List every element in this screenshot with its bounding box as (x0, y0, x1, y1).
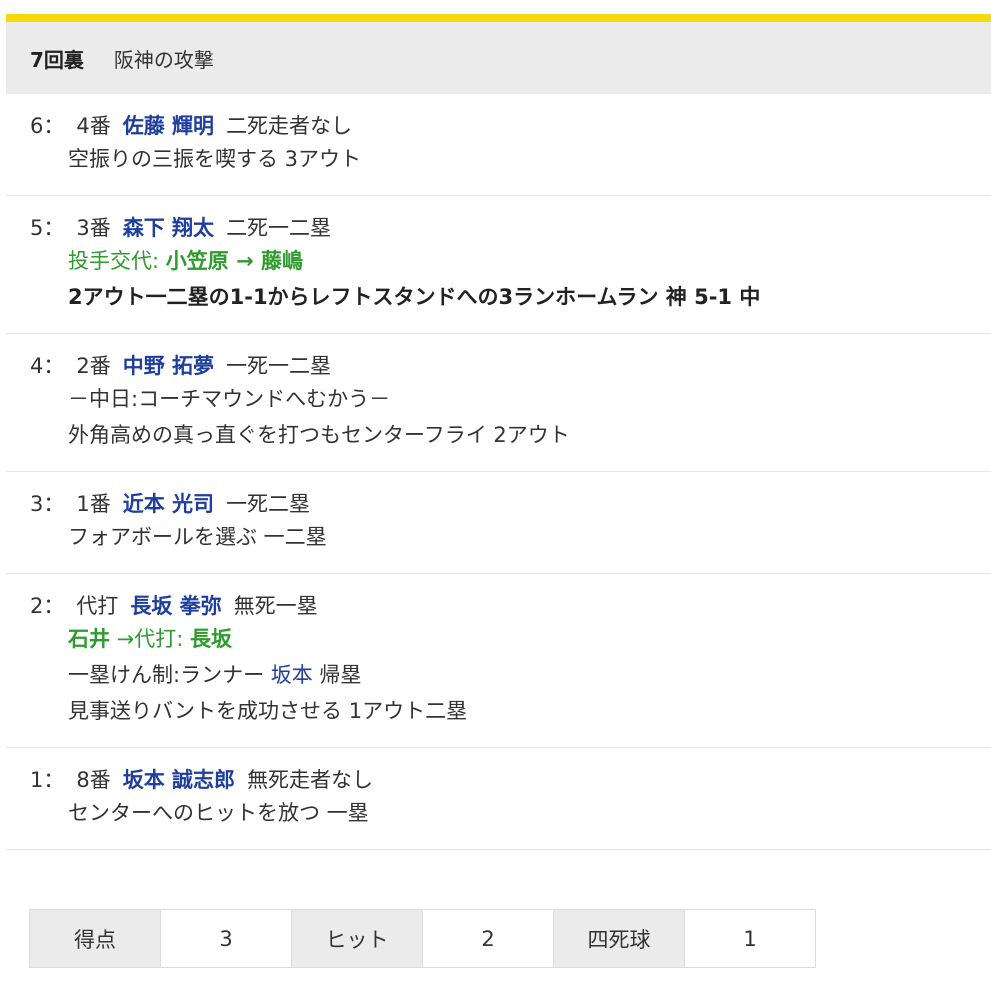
old-pitcher: 小笠原 (165, 249, 229, 273)
runner-link[interactable]: 坂本 (271, 663, 313, 687)
play-description: フォアボールを選ぶ 一二塁 (68, 525, 327, 549)
player-link[interactable]: 長坂 拳弥 (130, 594, 221, 618)
play-number: 6： (30, 114, 65, 138)
play-item: 1： 8番 坂本 誠志郎 無死走者なし センターへのヒットを放つ 一塁 (6, 748, 991, 850)
batting-order: 代打 (76, 594, 119, 618)
pinch-hitter-change: 石井 →代打: 長坂 (30, 621, 991, 657)
base-situation: 一死一二塁 (226, 354, 332, 378)
pickoff-text: 一塁けん制:ランナー (68, 663, 271, 687)
attacking-team-label: 阪神の攻撃 (113, 47, 214, 72)
play-list: 6： 4番 佐藤 輝明 二死走者なし 空振りの三振を喫する 3アウト 5： 3番 森下 翔… (6, 94, 991, 850)
batting-order: 1番 (76, 492, 111, 516)
walks-value: 1 (684, 909, 816, 968)
base-situation: 二死走者なし (226, 114, 353, 138)
batting-order: 8番 (76, 768, 111, 792)
batting-order: 4番 (76, 114, 111, 138)
play-header: 5： 3番 森下 翔太 二死一二塁 (30, 213, 991, 243)
base-situation: 無死走者なし (247, 768, 374, 792)
pitcher-change: 投手交代: 小笠原 → 藤嶋 (30, 243, 991, 279)
base-situation: 一死二塁 (226, 492, 311, 516)
pickoff-note: 一塁けん制:ランナー 坂本 帰塁 (30, 657, 991, 693)
player-link[interactable]: 中野 拓夢 (123, 354, 214, 378)
play-number: 4： (30, 354, 65, 378)
player-link[interactable]: 近本 光司 (123, 492, 214, 516)
play-number: 5： (30, 216, 65, 240)
play-item: 2： 代打 長坂 拳弥 無死一塁 石井 →代打: 長坂 一塁けん制:ランナー 坂本 帰… (6, 574, 991, 748)
accent-bar (6, 14, 991, 22)
runs-label: 得点 (29, 909, 161, 968)
inning-label: 7回裏 (30, 47, 84, 72)
pinch-hitter-prefix: 代打: (134, 627, 191, 651)
play-description: 2アウト一二塁の1-1からレフトスタンドへの3ランホームラン 神 5-1 中 (68, 285, 761, 309)
hits-value: 2 (422, 909, 554, 968)
play-item: 5： 3番 森下 翔太 二死一二塁 投手交代: 小笠原 → 藤嶋 2アウト一二塁の1-… (6, 196, 991, 334)
new-pitcher: 藤嶋 (260, 249, 303, 273)
base-situation: 二死一二塁 (226, 216, 332, 240)
batting-order: 3番 (76, 216, 111, 240)
play-number: 1： (30, 768, 65, 792)
player-link[interactable]: 佐藤 輝明 (123, 114, 214, 138)
play-description: センターへのヒットを放つ 一塁 (68, 801, 369, 825)
play-description: 外角高めの真っ直ぐを打つもセンターフライ 2アウト (68, 423, 570, 447)
play-item: 6： 4番 佐藤 輝明 二死走者なし 空振りの三振を喫する 3アウト (6, 94, 991, 196)
runs-value: 3 (160, 909, 292, 968)
play-item: 3： 1番 近本 光司 一死二塁 フォアボールを選ぶ 一二塁 (6, 472, 991, 574)
replaced-player: 石井 (68, 627, 110, 651)
arrow: → (228, 249, 261, 273)
player-link[interactable]: 森下 翔太 (123, 216, 214, 240)
pinch-hitter: 長坂 (190, 627, 233, 651)
play-header: 4： 2番 中野 拓夢 一死一二塁 (30, 351, 991, 381)
batting-order: 2番 (76, 354, 111, 378)
walks-label: 四死球 (553, 909, 685, 968)
pitcher-change-prefix: 投手交代: (68, 249, 166, 273)
player-link[interactable]: 坂本 誠志郎 (123, 768, 235, 792)
play-header: 2： 代打 長坂 拳弥 無死一塁 (30, 591, 991, 621)
hits-label: ヒット (291, 909, 423, 968)
play-header: 6： 4番 佐藤 輝明 二死走者なし (30, 111, 991, 141)
pickoff-result: 帰塁 (312, 663, 362, 687)
play-number: 2： (30, 594, 65, 618)
base-situation: 無死一塁 (233, 594, 318, 618)
play-header: 1： 8番 坂本 誠志郎 無死走者なし (30, 765, 991, 795)
play-note: －中日:コーチマウンドへむかう－ (68, 387, 391, 411)
play-item: 4： 2番 中野 拓夢 一死一二塁 －中日:コーチマウンドへむかう－ 外角高めの真っ直… (6, 334, 991, 472)
arrow: → (110, 627, 135, 651)
play-header: 3： 1番 近本 光司 一死二塁 (30, 489, 991, 519)
play-description: 空振りの三振を喫する 3アウト (68, 147, 362, 171)
inning-header: 7回裏 阪神の攻撃 (6, 22, 991, 94)
play-description: 見事送りバントを成功させる 1アウト二塁 (68, 699, 468, 723)
inning-stats-table: 得点 3 ヒット 2 四死球 1 (29, 909, 816, 968)
play-number: 3： (30, 492, 65, 516)
